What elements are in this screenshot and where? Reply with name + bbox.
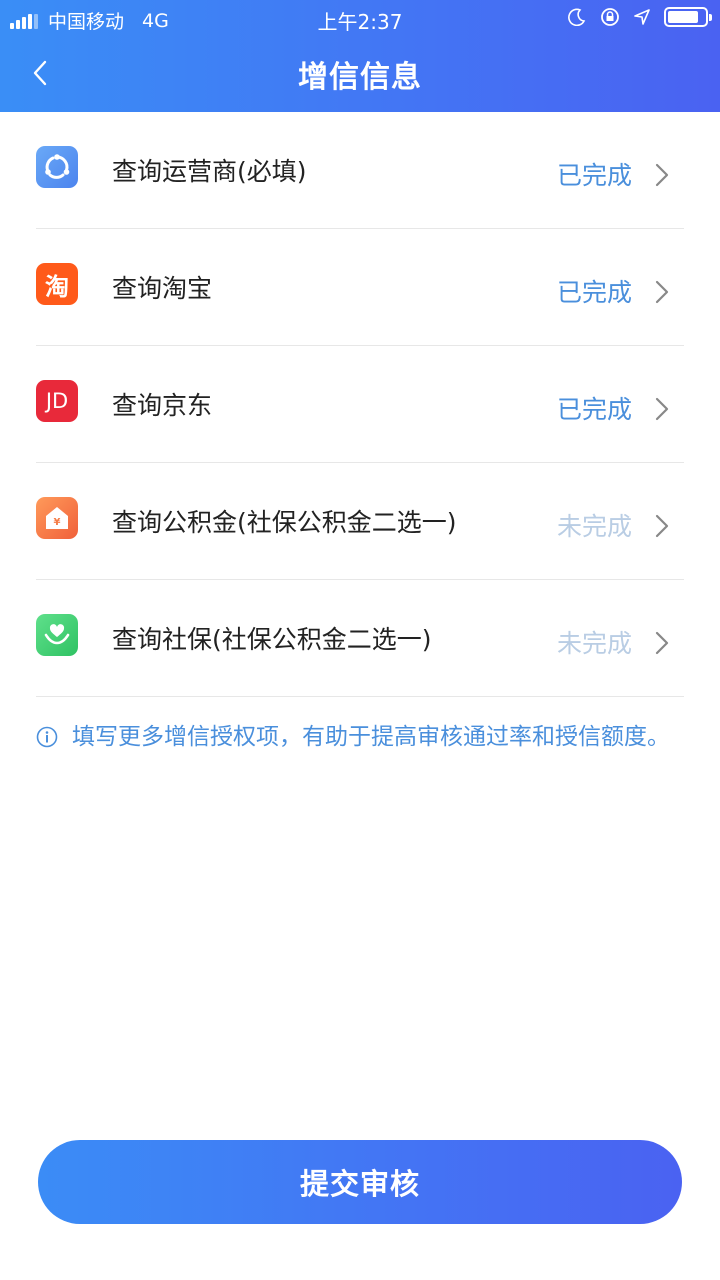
jd-icon: JD [36,380,78,422]
item-label: 查询运营商(必填) [112,157,307,186]
chevron-right-icon [655,163,669,187]
chevron-right-icon [655,280,669,304]
jd-icon-glyph: JD [45,389,69,413]
location-icon [634,9,650,25]
tip-text: 填写更多增信授权项，有助于提高审核通过率和授信额度。 [72,724,670,750]
taobao-icon-glyph: 淘 [45,272,69,301]
list-item-taobao[interactable]: 淘 查询淘宝 已完成 [36,229,684,346]
carrier-icon [36,146,78,188]
status-badge: 已完成 [556,395,632,424]
rotation-lock-icon [601,8,619,26]
status-badge: 未完成 [556,512,632,541]
list-item-housing-fund[interactable]: ¥ 查询公积金(社保公积金二选一) 未完成 [36,463,684,580]
housing-fund-icon: ¥ [36,497,78,539]
item-label: 查询公积金(社保公积金二选一) [112,508,457,537]
item-label: 查询社保(社保公积金二选一) [112,625,432,654]
list-item-jd[interactable]: JD 查询京东 已完成 [36,346,684,463]
item-label: 查询京东 [112,391,213,420]
status-badge: 已完成 [556,278,632,307]
header-bar: 中国移动 4G 上午2:37 增信信息 [0,0,720,112]
social-security-icon [36,614,78,656]
info-tip: 填写更多增信授权项，有助于提高审核通过率和授信额度。 [36,722,676,753]
taobao-icon: 淘 [36,263,78,305]
list-item-carrier[interactable]: 查询运营商(必填) 已完成 [36,112,684,229]
item-label: 查询淘宝 [112,274,213,303]
info-icon [36,726,58,748]
status-bar: 中国移动 4G 上午2:37 [0,0,720,36]
status-badge: 未完成 [556,629,632,658]
chevron-right-icon [655,631,669,655]
chevron-right-icon [655,397,669,421]
status-badge: 已完成 [556,161,632,190]
battery-icon [664,7,712,27]
list-item-social-security[interactable]: 查询社保(社保公积金二选一) 未完成 [36,580,684,697]
moon-icon [568,8,586,26]
chevron-right-icon [655,514,669,538]
submit-review-button[interactable]: 提交审核 [38,1140,682,1224]
page-title: 增信信息 [298,60,422,95]
credit-items-list: 查询运营商(必填) 已完成 淘 查询淘宝 已完成 JD 查询京东 已完成 ¥ 查… [0,112,720,697]
svg-text:¥: ¥ [54,517,61,528]
